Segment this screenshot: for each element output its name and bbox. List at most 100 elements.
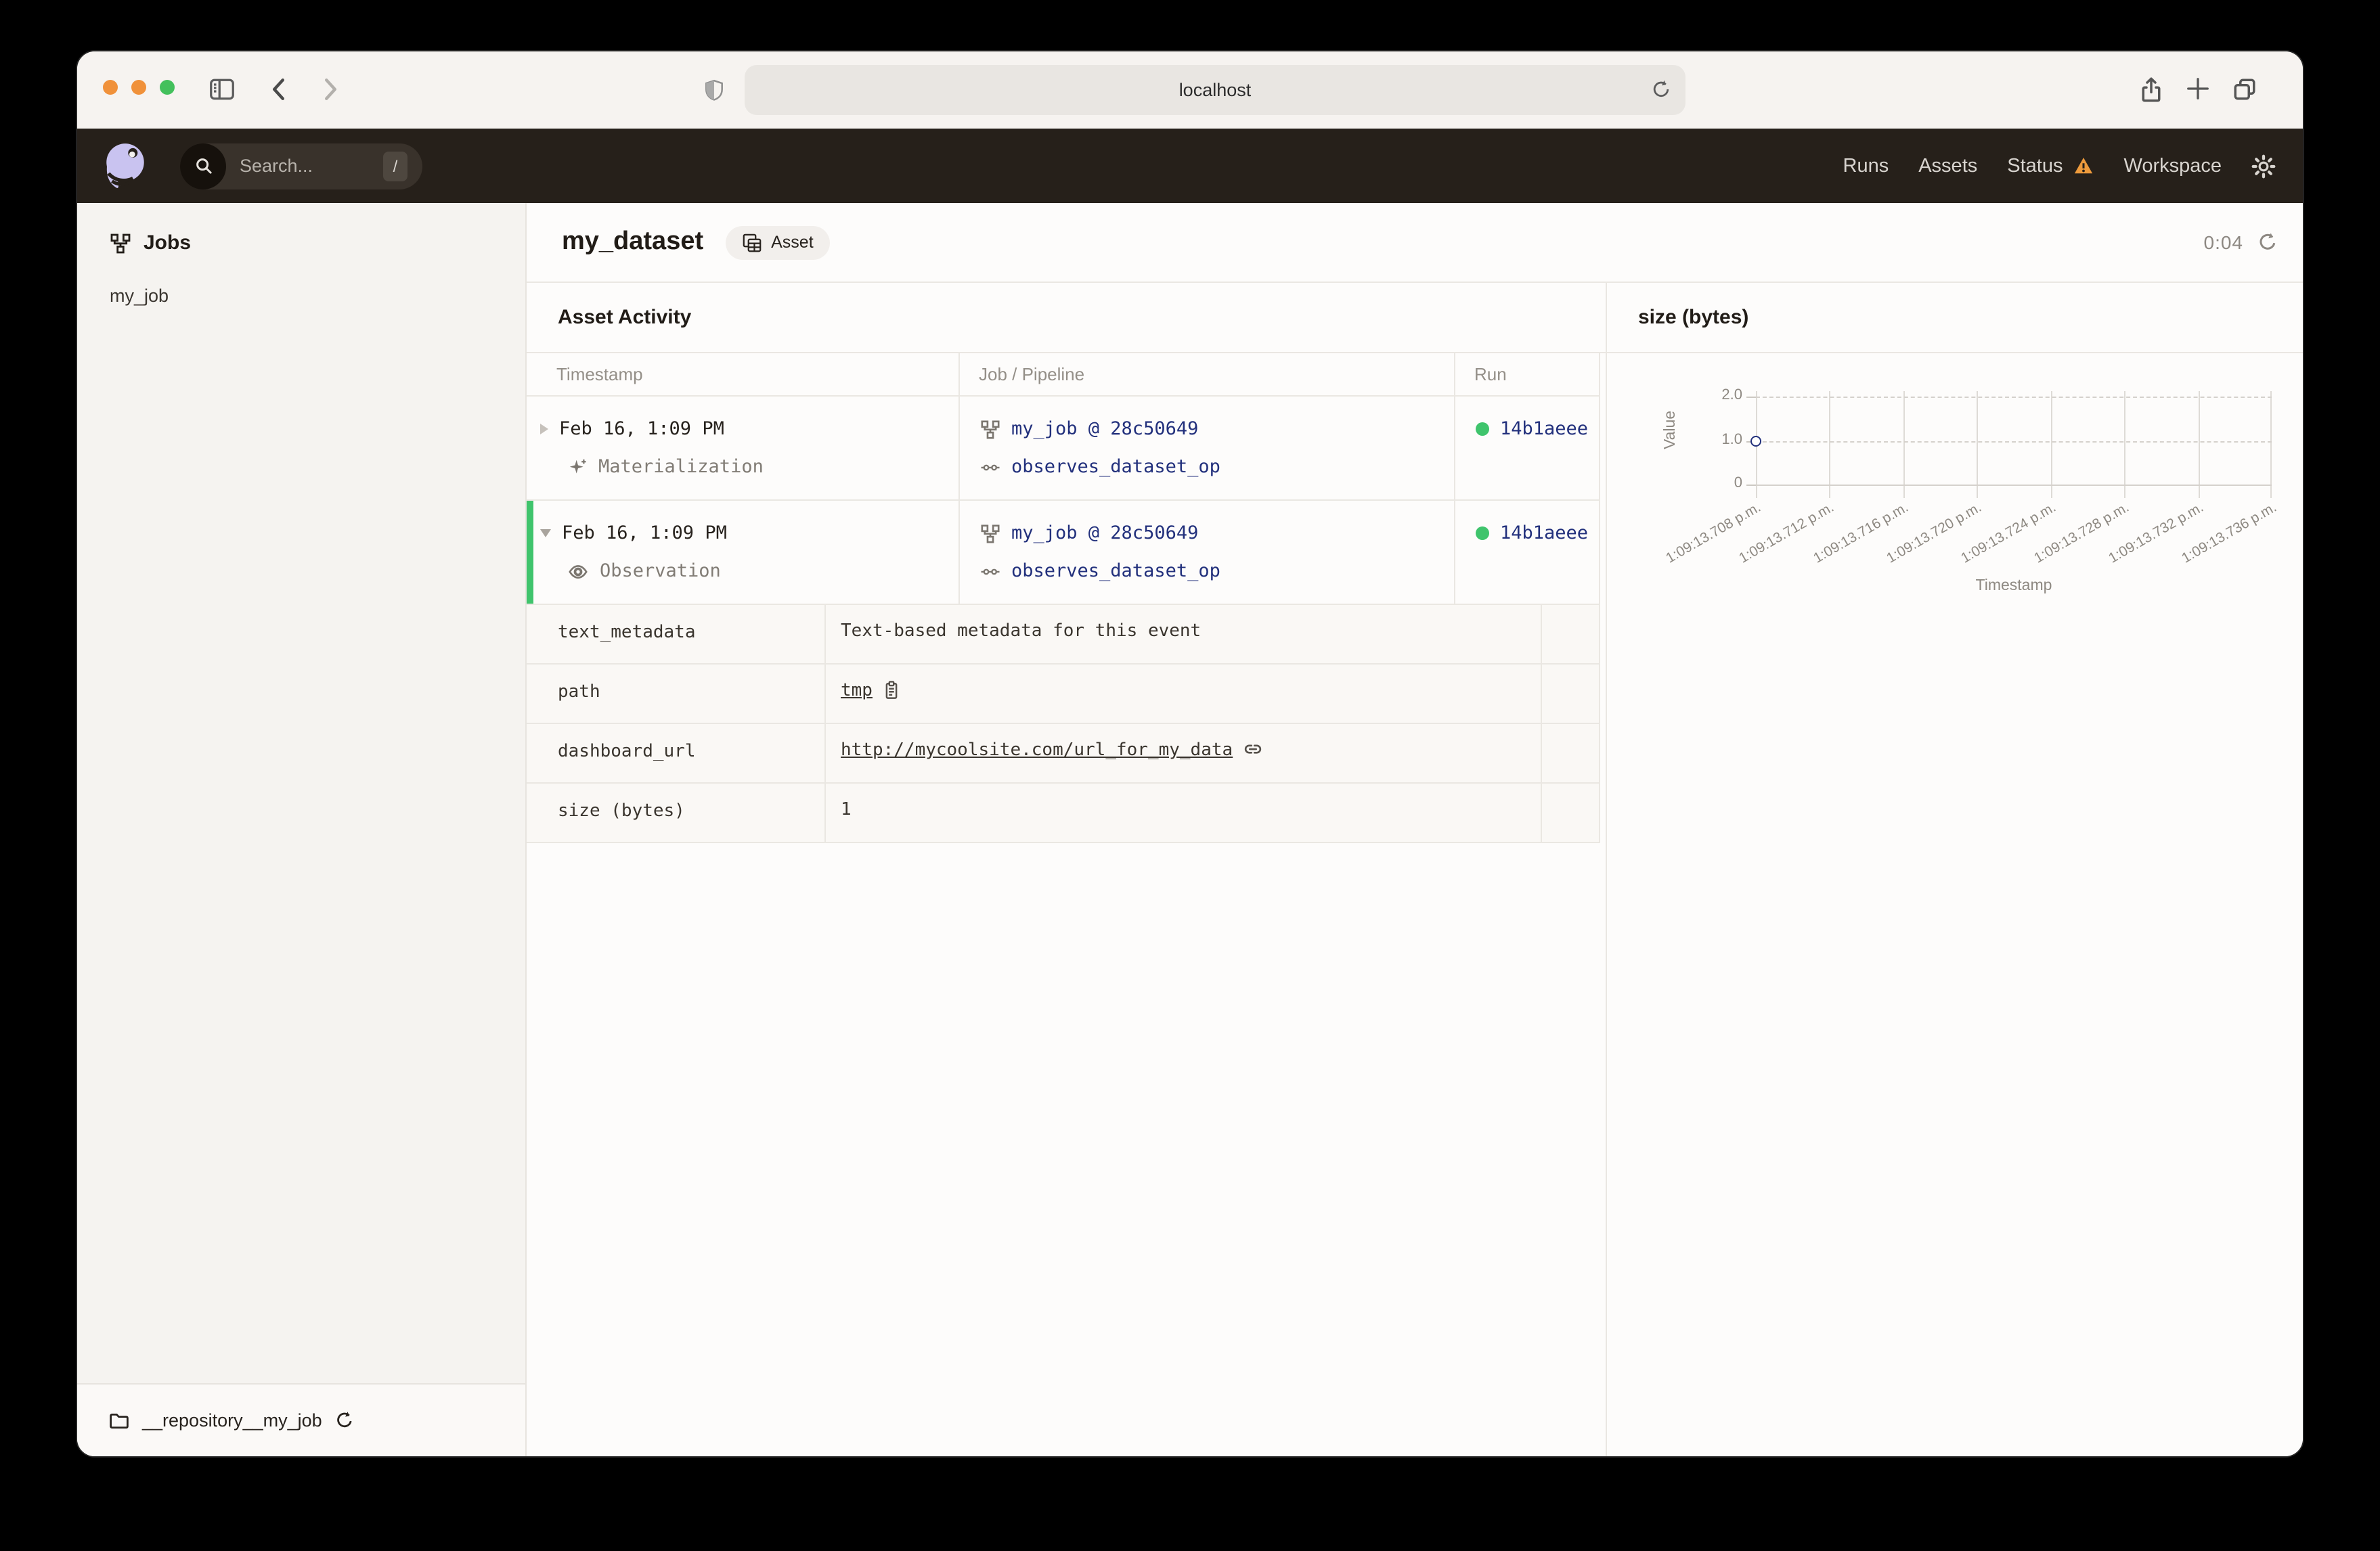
nav-assets[interactable]: Assets [1918, 155, 1977, 177]
metadata-key: size (bytes) [558, 801, 685, 822]
sidebar-toggle-icon[interactable] [208, 76, 236, 103]
ytick-label: 2.0 [1721, 387, 1742, 403]
page-title: my_dataset [562, 227, 704, 256]
asset-badge-label: Asset [771, 233, 814, 252]
repository-name: __repository__my_job [142, 1410, 322, 1431]
zoom-window-button[interactable] [160, 80, 175, 95]
back-button[interactable] [267, 76, 294, 103]
column-header-run: Run [1474, 364, 1507, 384]
repository-refresh-icon[interactable] [334, 1410, 355, 1431]
address-bar-url: localhost [1178, 80, 1252, 100]
share-icon[interactable] [2138, 76, 2165, 104]
desktop: localhost Search... / Runs Assets Status… [0, 0, 2380, 1551]
copy-icon[interactable] [882, 679, 902, 701]
nav-status[interactable]: Status [2007, 155, 2094, 177]
job-link[interactable]: my_job @ 28c50649 [1011, 418, 1198, 440]
page-refresh-icon[interactable] [2257, 231, 2278, 253]
external-link-icon[interactable] [1242, 739, 1262, 759]
event-type: Observation [600, 560, 721, 582]
ytick-label: 0 [1734, 475, 1742, 491]
job-icon [110, 232, 131, 254]
event-timestamp[interactable]: Feb 16, 1:09 PM [562, 522, 727, 544]
address-bar[interactable]: localhost [745, 65, 1685, 115]
refresh-timer: 0:04 [2203, 231, 2243, 253]
metadata-url-link[interactable]: http://mycoolsite.com/url_for_my_data [841, 740, 1233, 761]
metadata-row: dashboard_url http://mycoolsite.com/url_… [527, 724, 1599, 784]
materialization-icon [567, 457, 588, 477]
expand-caret-icon[interactable] [540, 424, 548, 434]
chart-xlabel: Timestamp [1975, 578, 2052, 594]
ytick-label: 1.0 [1721, 432, 1742, 448]
privacy-shield-icon [703, 77, 726, 103]
chart-ylabel: Value [1662, 410, 1679, 449]
job-icon [980, 523, 1000, 543]
collapse-caret-icon[interactable] [540, 529, 551, 537]
column-header-job-pipeline: Job / Pipeline [960, 353, 1455, 395]
traffic-lights [103, 80, 175, 95]
op-icon [980, 457, 1000, 477]
table-header-row: Timestamp Job / Pipeline Run [527, 353, 1599, 397]
sidebar: Jobs my_job __repository__my_job [77, 203, 527, 1456]
metadata-key: dashboard_url [558, 742, 696, 762]
search-icon [180, 143, 226, 189]
metadata-row: text_metadata Text-based metadata for th… [527, 605, 1599, 665]
forward-button[interactable] [315, 76, 343, 103]
job-icon [980, 419, 1000, 439]
metadata-path-value[interactable]: tmp [841, 681, 873, 701]
sidebar-jobs-header: Jobs [77, 203, 525, 254]
event-type: Materialization [598, 456, 764, 478]
run-link[interactable]: 14b1aeee [1500, 418, 1588, 440]
nav-runs[interactable]: Runs [1843, 155, 1889, 177]
close-window-button[interactable] [103, 80, 118, 95]
table-row: Feb 16, 1:09 PM Observation my_job @ 28c… [527, 501, 1599, 605]
tab-overview-icon[interactable] [2231, 76, 2258, 103]
metadata-row: size (bytes) 1 [527, 784, 1599, 843]
search-placeholder: Search... [240, 156, 313, 176]
table-row: Feb 16, 1:09 PM Materialization my_job @… [527, 397, 1599, 501]
chart-panel: size (bytes) Value 2.0 1.0 0 1:09:13.708… [1607, 283, 2303, 1456]
minimize-window-button[interactable] [131, 80, 146, 95]
search-input[interactable]: Search... / [180, 143, 422, 189]
event-timestamp[interactable]: Feb 16, 1:09 PM [559, 418, 724, 440]
op-link[interactable]: observes_dataset_op [1011, 456, 1220, 478]
browser-chrome: localhost [77, 51, 2303, 129]
metadata-value: 1 [841, 800, 852, 820]
chart-title: size (bytes) [1607, 283, 2303, 353]
metadata-key: path [558, 682, 600, 702]
nav-workspace[interactable]: Workspace [2123, 155, 2222, 177]
data-point[interactable] [1750, 436, 1761, 447]
warning-triangle-icon [2072, 156, 2094, 176]
asset-activity-title: Asset Activity [527, 283, 1606, 353]
dagster-logo[interactable] [100, 141, 150, 191]
reload-page-icon[interactable] [1650, 78, 1672, 100]
run-link[interactable]: 14b1aeee [1500, 522, 1588, 544]
asset-activity-panel: Asset Activity Timestamp Job / Pipeline … [527, 283, 1607, 1456]
metadata-value: Text-based metadata for this event [841, 621, 1202, 642]
new-tab-icon[interactable] [2185, 76, 2211, 102]
repository-footer[interactable]: __repository__my_job [77, 1383, 525, 1456]
observation-eye-icon [567, 561, 589, 581]
size-bytes-chart: Value 2.0 1.0 0 1:09:13.708 p.m. 1:09:13… [1607, 353, 2303, 759]
sidebar-item-my-job[interactable]: my_job [110, 286, 525, 306]
run-status-dot [1476, 526, 1489, 540]
asset-activity-table: Timestamp Job / Pipeline Run Feb 16, 1:0… [527, 353, 1600, 843]
ytick-mark [1746, 397, 1756, 398]
gear-icon[interactable] [2251, 154, 2276, 178]
asset-badge[interactable]: Asset [725, 225, 830, 259]
column-header-timestamp: Timestamp [527, 353, 960, 395]
chart-plot-area [1750, 391, 2272, 498]
search-shortcut-key: / [383, 151, 407, 181]
metadata-key: text_metadata [558, 623, 696, 643]
job-link[interactable]: my_job @ 28c50649 [1011, 522, 1198, 544]
folder-icon [108, 1410, 130, 1431]
op-icon [980, 561, 1000, 581]
ytick-mark [1746, 485, 1756, 486]
page-header: my_dataset Asset 0:04 [527, 203, 2303, 283]
op-link[interactable]: observes_dataset_op [1011, 560, 1220, 582]
run-status-dot [1476, 422, 1489, 436]
sidebar-section-title: Jobs [144, 231, 192, 254]
asset-icon [741, 232, 762, 252]
app-top-nav: Search... / Runs Assets Status Workspace [77, 129, 2303, 203]
metadata-row: path tmp [527, 665, 1599, 724]
browser-window: localhost Search... / Runs Assets Status… [77, 51, 2303, 1456]
